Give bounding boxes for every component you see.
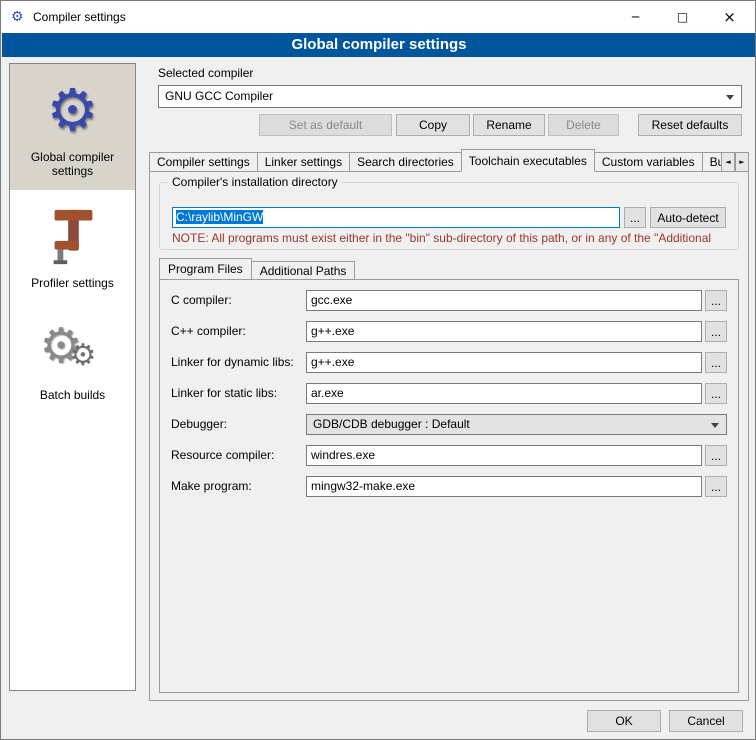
installation-directory-input[interactable]: C:\raylib\MinGW: [172, 207, 620, 228]
set-as-default-button[interactable]: Set as default: [259, 114, 392, 136]
debugger-label: Debugger:: [171, 414, 227, 435]
cpp-compiler-browse-button[interactable]: ...: [705, 321, 727, 342]
chevron-down-icon: [711, 423, 719, 428]
tab-search-directories[interactable]: Search directories: [349, 152, 462, 172]
sidebar-item-label: Global compiler settings: [14, 150, 131, 178]
compiler-select-value: GNU GCC Compiler: [165, 89, 273, 103]
tab-scroll-left-button[interactable]: ◄: [721, 152, 735, 172]
cpp-compiler-input[interactable]: g++.exe: [306, 321, 702, 342]
sidebar-item-global-compiler-settings[interactable]: ⚙ Global compiler settings: [10, 64, 135, 190]
auto-detect-button[interactable]: Auto-detect: [650, 207, 726, 228]
debugger-select-value: GDB/CDB debugger : Default: [313, 417, 470, 431]
debugger-select[interactable]: GDB/CDB debugger : Default: [306, 414, 727, 435]
sidebar-item-profiler-settings[interactable]: Profiler settings: [10, 190, 135, 302]
tab-custom-variables[interactable]: Custom variables: [594, 152, 703, 172]
tab-scroll-right-button[interactable]: ►: [735, 152, 749, 172]
chevron-down-icon: [726, 95, 734, 100]
resource-compiler-label: Resource compiler:: [171, 445, 274, 466]
close-button[interactable]: ×: [706, 1, 753, 33]
c-compiler-browse-button[interactable]: ...: [705, 290, 727, 311]
linker-static-label: Linker for static libs:: [171, 383, 277, 404]
titlebar: ⚙ Compiler settings ─ □ ×: [1, 1, 755, 33]
settings-sidebar: ⚙ Global compiler settings Profiler sett…: [9, 63, 136, 691]
cpp-compiler-label: C++ compiler:: [171, 321, 246, 342]
linker-static-input[interactable]: ar.exe: [306, 383, 702, 404]
programs-note: NOTE: All programs must exist either in …: [172, 231, 732, 245]
installation-directory-value: C:\raylib\MinGW: [176, 210, 263, 224]
installation-directory-groupbox: Compiler's installation directory C:\ray…: [159, 182, 739, 250]
browse-directory-button[interactable]: ...: [624, 207, 646, 228]
rename-button[interactable]: Rename: [473, 114, 545, 136]
sidebar-item-label: Batch builds: [14, 388, 131, 402]
ok-button[interactable]: OK: [587, 710, 661, 732]
compiler-settings-window: ⚙ Compiler settings ─ □ × Global compile…: [0, 0, 756, 740]
reset-defaults-button[interactable]: Reset defaults: [638, 114, 742, 136]
linker-dynamic-browse-button[interactable]: ...: [705, 352, 727, 373]
sidebar-item-batch-builds[interactable]: ⚙ ⚙ Batch builds: [10, 302, 135, 414]
gear-icon: ⚙: [14, 74, 131, 146]
cancel-button[interactable]: Cancel: [669, 710, 743, 732]
groupbox-title: Compiler's installation directory: [168, 175, 342, 189]
c-compiler-input[interactable]: gcc.exe: [306, 290, 702, 311]
linker-dynamic-input[interactable]: g++.exe: [306, 352, 702, 373]
linker-dynamic-label: Linker for dynamic libs:: [171, 352, 294, 373]
resource-compiler-input[interactable]: windres.exe: [306, 445, 702, 466]
selected-compiler-label: Selected compiler: [158, 66, 253, 80]
clamp-tool-icon: [14, 200, 131, 272]
program-files-tabstrip: Program Files Additional Paths: [159, 258, 739, 280]
window-title: Compiler settings: [33, 10, 126, 24]
page-title: Global compiler settings: [2, 33, 756, 57]
gears-icon: ⚙ ⚙: [14, 312, 131, 384]
maximize-button[interactable]: □: [659, 1, 706, 33]
minimize-button[interactable]: ─: [612, 1, 659, 33]
delete-button[interactable]: Delete: [548, 114, 619, 136]
tab-additional-paths[interactable]: Additional Paths: [251, 261, 356, 280]
resource-compiler-browse-button[interactable]: ...: [705, 445, 727, 466]
tab-compiler-settings[interactable]: Compiler settings: [149, 152, 258, 172]
tab-linker-settings[interactable]: Linker settings: [257, 152, 350, 172]
app-gear-icon: ⚙: [11, 9, 24, 23]
make-program-browse-button[interactable]: ...: [705, 476, 727, 497]
settings-tabstrip: Compiler settings Linker settings Search…: [149, 149, 749, 172]
compiler-select[interactable]: GNU GCC Compiler: [158, 85, 742, 108]
tab-program-files[interactable]: Program Files: [159, 258, 252, 280]
copy-button[interactable]: Copy: [396, 114, 470, 136]
tab-build-options[interactable]: Build: [702, 152, 721, 172]
tab-toolchain-executables[interactable]: Toolchain executables: [461, 149, 595, 172]
linker-static-browse-button[interactable]: ...: [705, 383, 727, 404]
c-compiler-label: C compiler:: [171, 290, 232, 311]
sidebar-item-label: Profiler settings: [14, 276, 131, 290]
make-program-input[interactable]: mingw32-make.exe: [306, 476, 702, 497]
make-program-label: Make program:: [171, 476, 252, 497]
